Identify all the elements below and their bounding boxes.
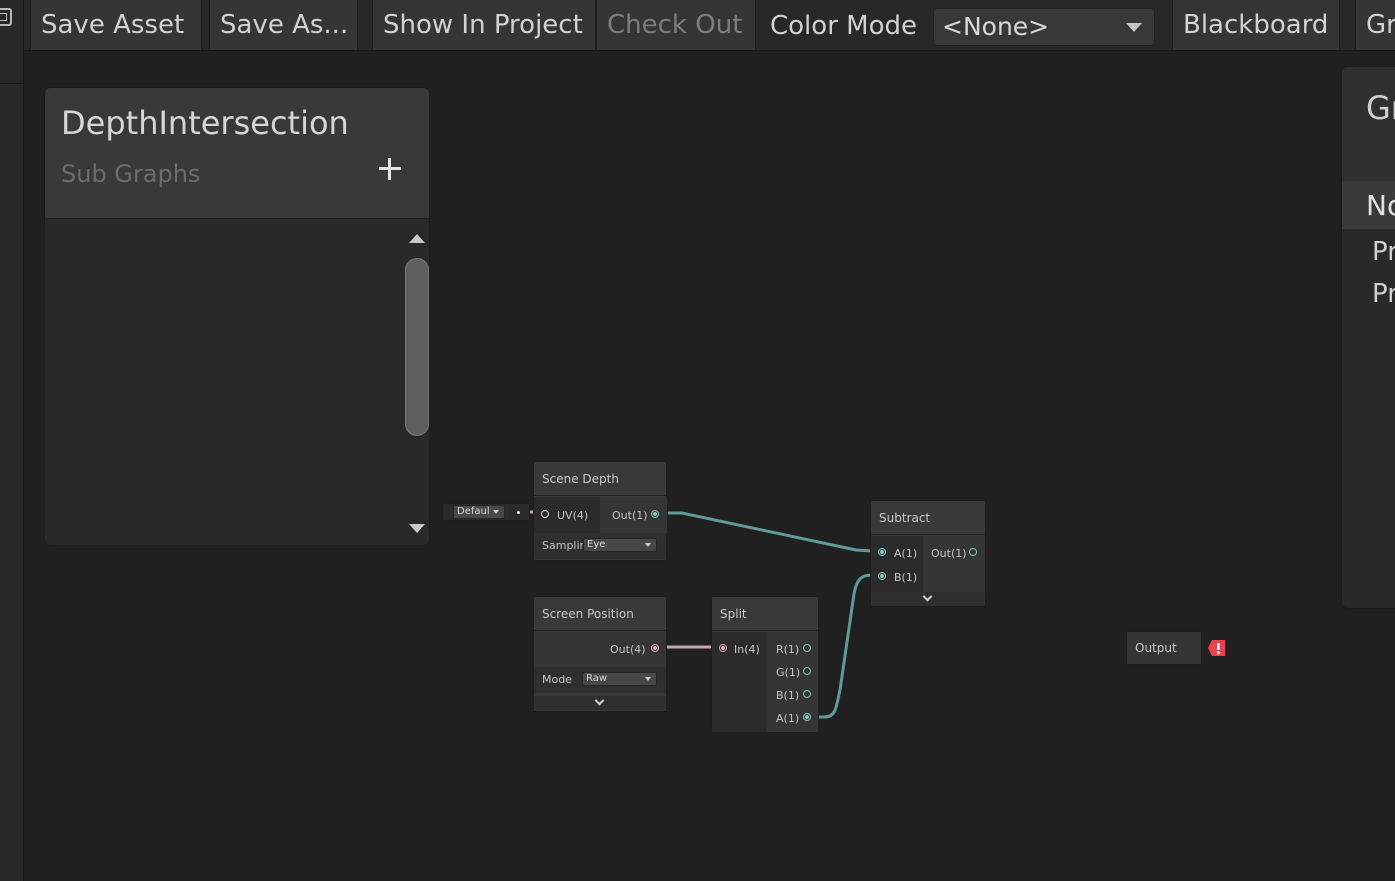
mode-label: Mode (542, 673, 572, 686)
left-strip-divider (0, 50, 24, 84)
g-port[interactable] (803, 667, 811, 675)
graph-title: DepthIntersection (61, 104, 349, 142)
default-uv-input: Defaul (442, 503, 530, 521)
scroll-up-arrow[interactable] (409, 234, 425, 243)
blackboard-panel: DepthIntersection Sub Graphs (44, 87, 430, 546)
edge-split-a-to-subtract-b[interactable] (812, 573, 873, 719)
edge-scene-depth-to-subtract-a[interactable] (668, 511, 873, 553)
sampling-label: Samplin (542, 539, 587, 552)
a-input-port[interactable] (878, 548, 886, 556)
output-ports: Out(1) (923, 536, 985, 592)
b-input-port[interactable] (878, 572, 886, 580)
out-label: Out(1) (931, 547, 967, 560)
window-icon[interactable] (0, 8, 12, 26)
inspector-item[interactable]: Pr (1372, 237, 1395, 267)
out-port[interactable] (651, 510, 659, 518)
check-out-button[interactable]: Check Out (596, 0, 756, 50)
sampling-value: Eye (587, 539, 606, 550)
node-scene-depth[interactable]: Scene Depth UV(4) Out(1) Samplin Eye (533, 461, 667, 561)
chevron-down-icon (922, 591, 933, 602)
inspector-tab-label: No (1366, 189, 1395, 222)
output-ports: Out(1) (600, 497, 667, 533)
input-ports: In(4) (712, 632, 767, 732)
g-label: G(1) (776, 666, 801, 679)
a-label: A(1) (776, 712, 800, 725)
blackboard-toggle-button[interactable]: Blackboard (1172, 0, 1340, 50)
node-title: Subtract (871, 501, 985, 535)
connector-dot (517, 511, 520, 514)
color-mode-dropdown[interactable]: <None> (933, 8, 1155, 46)
graph-inspector-toggle-button[interactable]: Gr (1355, 0, 1395, 50)
output-ports: Out(4) (534, 632, 666, 666)
b-input-label: B(1) (894, 571, 918, 584)
blackboard-header: DepthIntersection Sub Graphs (45, 88, 429, 219)
node-title: Scene Depth (534, 462, 666, 496)
color-mode-value: <None> (942, 12, 1050, 41)
output-ports: R(1) G(1) B(1) A(1) (767, 632, 818, 732)
mode-value: Raw (586, 673, 608, 684)
mode-row: Mode Raw (534, 667, 666, 693)
uv-default-value: Defaul (457, 506, 490, 517)
out-label: Out(1) (612, 509, 648, 522)
inspector-header: Gr (1342, 67, 1395, 181)
node-output[interactable]: Output (1126, 631, 1202, 665)
node-title: Split (712, 597, 818, 631)
in-label: In(4) (734, 643, 760, 656)
warning-icon[interactable] (1208, 639, 1227, 657)
graph-inspector-panel: Gr No Pr Pr (1341, 66, 1395, 609)
add-property-button[interactable] (375, 154, 405, 184)
node-subtract[interactable]: Subtract A(1) B(1) Out(1) (870, 500, 986, 607)
a-input-label: A(1) (894, 547, 918, 560)
a-port[interactable] (803, 713, 811, 721)
out-port[interactable] (651, 644, 659, 652)
input-ports: UV(4) (534, 497, 600, 533)
save-as-button[interactable]: Save As... (209, 0, 358, 50)
color-mode-label: Color Mode (770, 11, 917, 41)
node-screen-position[interactable]: Screen Position Out(4) Mode Raw (533, 596, 667, 712)
chevron-down-icon (493, 510, 499, 514)
node-collapse-bar[interactable] (871, 591, 985, 606)
uv-input-port[interactable] (541, 510, 549, 518)
node-split[interactable]: Split In(4) R(1) G(1) B(1) A(1) (711, 596, 819, 733)
show-in-project-button[interactable]: Show In Project (372, 0, 596, 50)
chevron-down-icon (645, 543, 651, 547)
uv-input-label: UV(4) (557, 509, 589, 522)
node-collapse-bar[interactable] (534, 695, 666, 710)
left-dock-strip (0, 0, 24, 881)
r-port[interactable] (803, 644, 811, 652)
scroll-down-arrow[interactable] (409, 524, 425, 533)
in-port[interactable] (719, 644, 727, 652)
node-title: Screen Position (534, 597, 666, 631)
mode-dropdown[interactable]: Raw (582, 672, 657, 686)
sampling-mode-row: Samplin Eye (534, 533, 666, 559)
chevron-down-icon (645, 677, 651, 681)
shader-graph-window: Save Asset Save As... Show In Project Ch… (0, 0, 1395, 881)
uv-default-dropdown[interactable]: Defaul (453, 505, 505, 519)
toolbar: Save Asset Save As... Show In Project Ch… (24, 0, 1395, 51)
inspector-item[interactable]: Pr (1372, 279, 1395, 309)
inspector-title: Gr (1366, 89, 1395, 127)
r-label: R(1) (776, 643, 800, 656)
scrollbar-thumb[interactable] (405, 258, 429, 436)
chevron-down-icon (1126, 23, 1142, 32)
out-port[interactable] (969, 548, 977, 556)
graph-path-label: Sub Graphs (61, 160, 201, 188)
chevron-down-icon (594, 695, 605, 706)
inspector-tab-node-settings[interactable]: No (1342, 181, 1395, 229)
save-asset-button[interactable]: Save Asset (30, 0, 202, 50)
b-port[interactable] (803, 690, 811, 698)
out-label: Out(4) (610, 643, 646, 656)
sampling-mode-dropdown[interactable]: Eye (583, 538, 657, 552)
b-label: B(1) (776, 689, 800, 702)
input-ports: A(1) B(1) (871, 536, 923, 592)
